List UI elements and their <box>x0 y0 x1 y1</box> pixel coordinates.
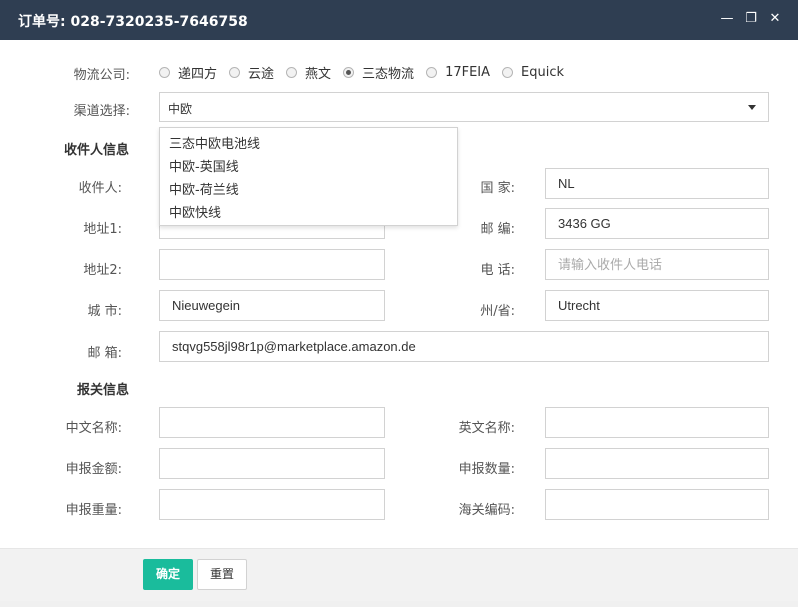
country-input[interactable] <box>545 168 769 199</box>
weight-input[interactable] <box>159 489 385 520</box>
address2-label: 地址2: <box>83 263 122 278</box>
dropdown-option[interactable]: 中欧-荷兰线 <box>160 179 457 202</box>
channel-select[interactable]: 中欧 <box>159 92 769 122</box>
en-name-input[interactable] <box>545 407 769 438</box>
channel-select-value: 中欧 <box>168 102 193 116</box>
radio-circle-icon <box>286 66 298 78</box>
radio-circle-icon <box>229 66 241 78</box>
radio-label: 递四方 <box>178 66 218 82</box>
radio-label: 17FEIA <box>445 64 491 80</box>
amount-label: 申报金额: <box>65 462 122 477</box>
close-icon[interactable]: ✕ <box>766 10 784 28</box>
email-label: 邮 箱: <box>87 346 122 361</box>
dialog-title: 订单号: 028-7320235-7646758 <box>18 14 248 30</box>
en-name-label: 英文名称: <box>458 421 515 436</box>
zip-input[interactable] <box>545 208 769 239</box>
recipient-section-title: 收件人信息 <box>64 143 130 158</box>
radio-circle-icon <box>502 66 514 78</box>
radio-circle-icon <box>426 66 438 78</box>
cn-name-input[interactable] <box>159 407 385 438</box>
dialog-footer: 确定 重置 <box>0 548 798 601</box>
reset-button[interactable]: 重置 <box>197 559 247 590</box>
radio-logistics-4[interactable]: 17FEIA <box>426 65 490 80</box>
state-input[interactable] <box>545 290 769 321</box>
weight-label: 申报重量: <box>65 503 122 518</box>
radio-label: 三态物流 <box>362 66 415 82</box>
phone-input[interactable] <box>545 249 769 280</box>
cn-name-label: 中文名称: <box>65 421 122 436</box>
logistics-radio-group: 递四方 云途 燕文 三态物流 17FEIA Equick <box>159 62 576 82</box>
confirm-button[interactable]: 确定 <box>143 559 193 590</box>
address2-input[interactable] <box>159 249 385 280</box>
dropdown-option[interactable]: 中欧快线 <box>160 202 457 225</box>
city-label: 城 市: <box>87 304 122 319</box>
radio-label: Equick <box>521 64 565 80</box>
customs-section-title: 报关信息 <box>77 383 130 398</box>
minimize-icon[interactable]: — <box>718 10 736 28</box>
state-label: 州/省: <box>480 304 515 319</box>
channel-dropdown: 三态中欧电池线 中欧-英国线 中欧-荷兰线 中欧快线 <box>159 127 458 226</box>
channel-label: 渠道选择: <box>73 104 130 119</box>
quantity-input[interactable] <box>545 448 769 479</box>
hs-code-label: 海关编码: <box>458 503 515 518</box>
address1-label: 地址1: <box>83 222 122 237</box>
order-dialog: 订单号: 028-7320235-7646758 — ❐ ✕ 物流公司: 递四方… <box>0 0 798 601</box>
dropdown-option[interactable]: 中欧-英国线 <box>160 156 457 179</box>
phone-label: 电 话: <box>480 263 515 278</box>
dialog-titlebar: 订单号: 028-7320235-7646758 — ❐ ✕ <box>0 0 798 40</box>
radio-checked-icon <box>343 66 355 78</box>
radio-label: 燕文 <box>305 66 332 82</box>
radio-label: 云途 <box>248 66 275 82</box>
radio-circle-icon <box>159 66 170 78</box>
radio-logistics-3[interactable]: 三态物流 <box>343 63 414 82</box>
radio-logistics-0[interactable]: 递四方 <box>159 63 217 82</box>
radio-logistics-2[interactable]: 燕文 <box>286 63 331 82</box>
hs-code-input[interactable] <box>545 489 769 520</box>
quantity-label: 申报数量: <box>458 462 515 477</box>
logistics-label: 物流公司: <box>73 68 130 83</box>
radio-logistics-1[interactable]: 云途 <box>229 63 274 82</box>
dropdown-option[interactable]: 三态中欧电池线 <box>160 133 457 156</box>
radio-logistics-5[interactable]: Equick <box>502 65 564 80</box>
recipient-name-label: 收件人: <box>78 181 122 196</box>
city-input[interactable] <box>159 290 385 321</box>
email-input[interactable] <box>159 331 769 362</box>
caret-down-icon <box>748 105 756 110</box>
amount-input[interactable] <box>159 448 385 479</box>
restore-icon[interactable]: ❐ <box>742 10 760 28</box>
